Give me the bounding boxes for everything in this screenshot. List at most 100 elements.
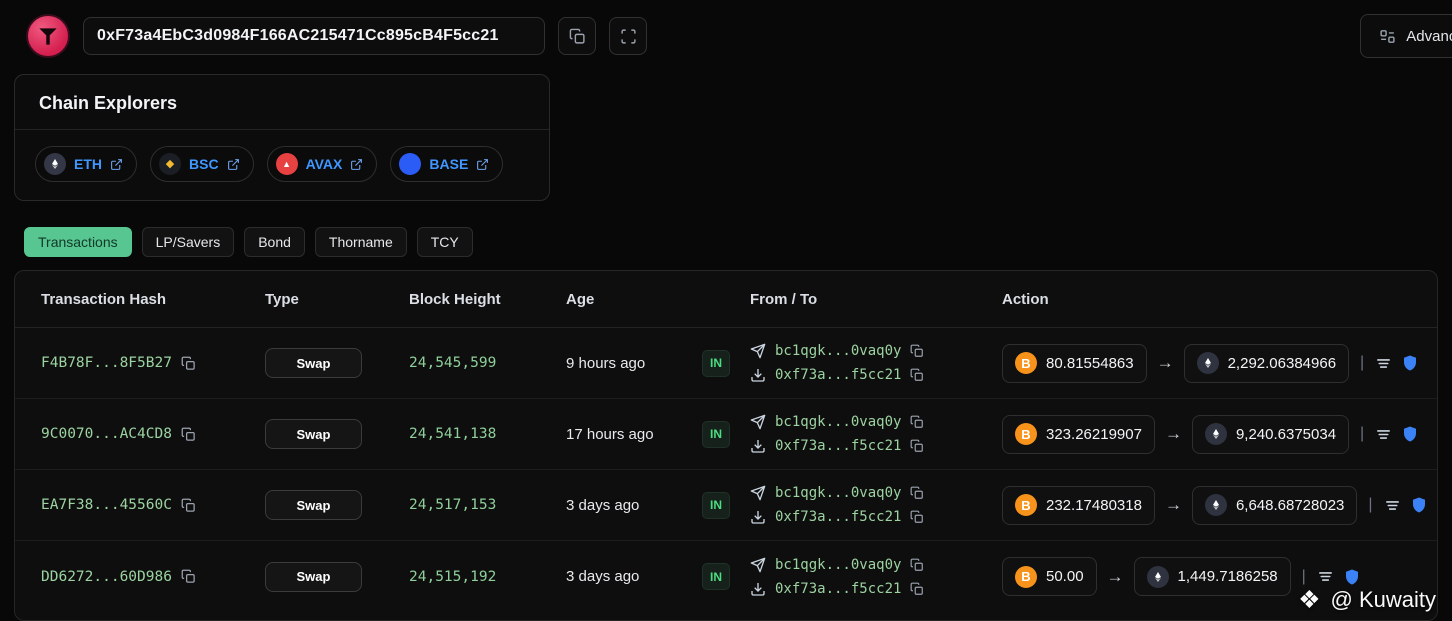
- copy-address-button[interactable]: [558, 17, 596, 55]
- in-amount: 50.00: [1046, 568, 1084, 585]
- address-search: [83, 17, 545, 55]
- copy-icon[interactable]: [910, 510, 924, 524]
- receive-icon: [750, 438, 766, 454]
- chain-explorer-list: ETH ◆ BSC ▲ AVAX BASE: [15, 130, 549, 200]
- chain-link-base[interactable]: BASE: [390, 146, 503, 182]
- swap-arrow: →: [1157, 353, 1174, 373]
- copy-icon[interactable]: [181, 498, 196, 513]
- divider: |: [1368, 496, 1372, 514]
- table-row: EA7F38...45560C Swap 24,517,153 3 days a…: [15, 470, 1437, 541]
- tx-type-badge[interactable]: Swap: [265, 348, 362, 378]
- shield-icon[interactable]: [1401, 354, 1419, 372]
- in-amount: 323.26219907: [1046, 426, 1142, 443]
- address-search-input[interactable]: [97, 27, 531, 45]
- tx-age: 3 days ago: [566, 568, 702, 585]
- base-chain-icon: [399, 153, 421, 175]
- copy-icon[interactable]: [910, 486, 924, 500]
- block-height-link[interactable]: 24,515,192: [409, 569, 566, 585]
- copy-icon[interactable]: [181, 569, 196, 584]
- chain-link-eth[interactable]: ETH: [35, 146, 137, 182]
- copy-icon[interactable]: [181, 427, 196, 442]
- tx-age: 3 days ago: [566, 497, 702, 514]
- from-address-link[interactable]: bc1qgk...0vaq0y: [775, 343, 901, 359]
- streaming-swap-icon[interactable]: [1375, 355, 1392, 372]
- streaming-swap-icon[interactable]: [1317, 568, 1334, 585]
- chain-explorers-title: Chain Explorers: [15, 75, 549, 130]
- header-transaction-hash: Transaction Hash: [41, 291, 265, 308]
- tx-type-badge[interactable]: Swap: [265, 490, 362, 520]
- in-amount-pill: B 232.17480318: [1002, 486, 1155, 525]
- header-age: Age: [566, 291, 702, 308]
- out-amount-pill: 2,292.06384966: [1184, 344, 1349, 383]
- chain-label: BSC: [189, 156, 219, 172]
- tx-hash-link[interactable]: 9C0070...AC4CD8: [41, 426, 172, 442]
- copy-icon: [569, 28, 586, 45]
- external-link-icon: [476, 158, 489, 171]
- to-address-link[interactable]: 0xf73a...f5cc21: [775, 509, 901, 525]
- btc-icon: B: [1015, 423, 1037, 445]
- chain-explorers-card: Chain Explorers ETH ◆ BSC ▲ AVAX BASE: [14, 74, 550, 201]
- tx-type-badge[interactable]: Swap: [265, 562, 362, 592]
- block-height-link[interactable]: 24,541,138: [409, 426, 566, 442]
- streaming-swap-icon[interactable]: [1375, 426, 1392, 443]
- fullscreen-icon: [620, 28, 637, 45]
- copy-icon[interactable]: [181, 356, 196, 371]
- out-amount-pill: 9,240.6375034: [1192, 415, 1349, 454]
- table-row: F4B78F...8F5B27 Swap 24,545,599 9 hours …: [15, 328, 1437, 399]
- divider: |: [1360, 354, 1364, 372]
- tx-hash-link[interactable]: EA7F38...45560C: [41, 497, 172, 513]
- divider: |: [1360, 425, 1364, 443]
- to-address-link[interactable]: 0xf73a...f5cc21: [775, 367, 901, 383]
- shield-icon[interactable]: [1410, 496, 1428, 514]
- from-address-link[interactable]: bc1qgk...0vaq0y: [775, 485, 901, 501]
- table-header-row: Transaction Hash Type Block Height Age F…: [15, 271, 1437, 328]
- shield-icon[interactable]: [1343, 568, 1361, 586]
- block-height-link[interactable]: 24,517,153: [409, 497, 566, 513]
- tx-hash-link[interactable]: DD6272...60D986: [41, 569, 172, 585]
- external-link-icon: [350, 158, 363, 171]
- block-height-link[interactable]: 24,545,599: [409, 355, 566, 371]
- copy-icon[interactable]: [910, 344, 924, 358]
- tab-bond[interactable]: Bond: [244, 227, 305, 257]
- fullscreen-button[interactable]: [609, 17, 647, 55]
- copy-icon[interactable]: [910, 415, 924, 429]
- tx-hash-link[interactable]: F4B78F...8F5B27: [41, 355, 172, 371]
- tab-transactions[interactable]: Transactions: [24, 227, 132, 257]
- btc-icon: B: [1015, 494, 1037, 516]
- send-icon: [750, 557, 766, 573]
- direction-badge: IN: [702, 350, 730, 377]
- copy-icon[interactable]: [910, 582, 924, 596]
- table-row: DD6272...60D986 Swap 24,515,192 3 days a…: [15, 541, 1437, 612]
- streaming-swap-icon[interactable]: [1384, 497, 1401, 514]
- out-amount: 6,648.68728023: [1236, 497, 1344, 514]
- in-amount: 232.17480318: [1046, 497, 1142, 514]
- from-address-link[interactable]: bc1qgk...0vaq0y: [775, 414, 901, 430]
- app-logo[interactable]: [26, 14, 70, 58]
- table-row: 9C0070...AC4CD8 Swap 24,541,138 17 hours…: [15, 399, 1437, 470]
- copy-icon[interactable]: [910, 439, 924, 453]
- top-bar: Advanced: [0, 0, 1452, 68]
- in-amount: 80.81554863: [1046, 355, 1134, 372]
- receive-icon: [750, 509, 766, 525]
- tab-thorname[interactable]: Thorname: [315, 227, 407, 257]
- tab-tcy[interactable]: TCY: [417, 227, 473, 257]
- to-address-link[interactable]: 0xf73a...f5cc21: [775, 581, 901, 597]
- to-address-link[interactable]: 0xf73a...f5cc21: [775, 438, 901, 454]
- out-amount-pill: 1,449.7186258: [1134, 557, 1291, 596]
- tab-lp-savers[interactable]: LP/Savers: [142, 227, 235, 257]
- from-address-link[interactable]: bc1qgk...0vaq0y: [775, 557, 901, 573]
- thorchain-logo-icon: [35, 23, 61, 49]
- advanced-button[interactable]: Advanced: [1360, 14, 1452, 58]
- header-from-to: From / To: [750, 291, 1002, 308]
- copy-icon[interactable]: [910, 368, 924, 382]
- copy-icon[interactable]: [910, 558, 924, 572]
- watermark: ❖ @ Kuwaity: [1298, 585, 1436, 615]
- send-icon: [750, 343, 766, 359]
- chain-label: AVAX: [306, 156, 343, 172]
- tx-type-badge[interactable]: Swap: [265, 419, 362, 449]
- out-amount-pill: 6,648.68728023: [1192, 486, 1357, 525]
- in-amount-pill: B 50.00: [1002, 557, 1097, 596]
- chain-link-avax[interactable]: ▲ AVAX: [267, 146, 378, 182]
- chain-link-bsc[interactable]: ◆ BSC: [150, 146, 254, 182]
- shield-icon[interactable]: [1401, 425, 1419, 443]
